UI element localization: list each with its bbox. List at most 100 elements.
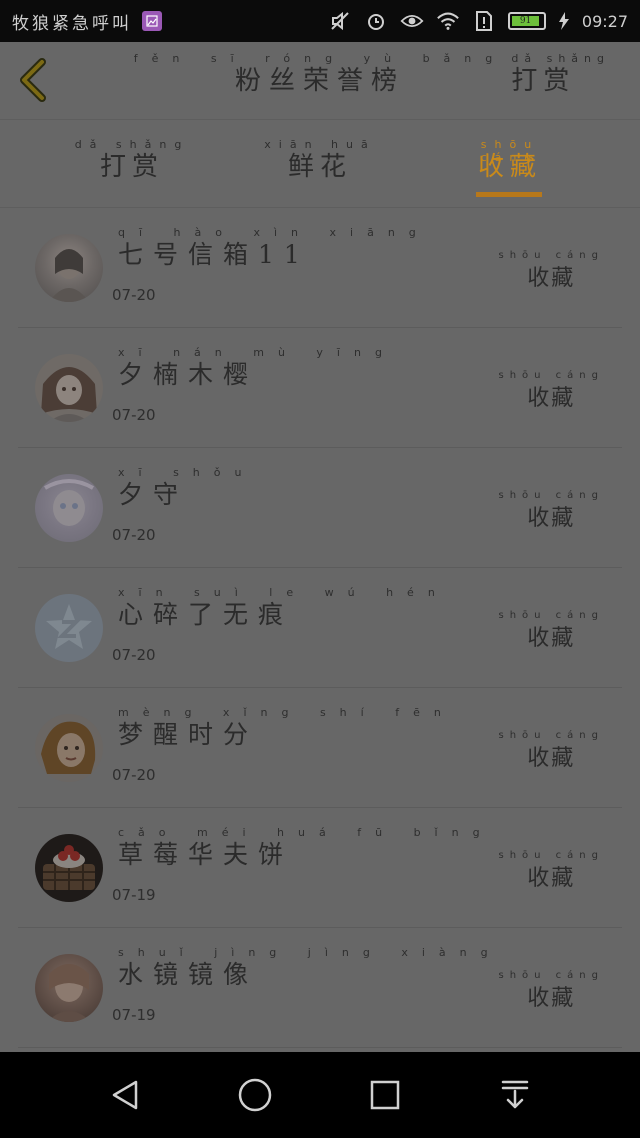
favorite-text: 收藏 bbox=[527, 626, 576, 651]
gallery-icon bbox=[142, 11, 162, 31]
back-triangle-icon bbox=[112, 1080, 138, 1110]
navigation-bar bbox=[0, 1052, 640, 1138]
tab-reward-pinyin: dǎ shǎng bbox=[74, 138, 190, 151]
status-app-text: 牧狼紧急呼叫 bbox=[12, 13, 132, 34]
user-name: xī shǒu 夕守 bbox=[118, 466, 255, 510]
favorite-pinyin: shōu cáng bbox=[498, 730, 604, 741]
user-name-text: 梦醒时分 bbox=[118, 720, 259, 749]
tab-flowers[interactable]: xiān huā 鲜花 bbox=[260, 138, 380, 182]
tab-bar: dǎ shǎng 打赏 xiān huā 鲜花 shōu cáng 收藏 bbox=[0, 120, 640, 208]
favorite-pinyin: shōu cáng bbox=[498, 250, 604, 261]
list-item[interactable]: xīn suì le wú hén 心碎了无痕 07-20 shōu cáng … bbox=[18, 568, 622, 688]
battery-icon: 91 bbox=[507, 12, 546, 30]
active-tab-indicator bbox=[476, 192, 542, 197]
default-star-avatar-icon bbox=[46, 604, 92, 649]
list-item[interactable]: qī hào xìn xiāng 七号信箱11 07-20 shōu cáng … bbox=[18, 208, 622, 328]
date-label: 07-20 bbox=[112, 286, 156, 304]
user-name-pinyin: xīn suì le wú hén bbox=[118, 586, 449, 599]
status-bar: 牧狼紧急呼叫 91 09:27 bbox=[0, 0, 640, 42]
user-name-pinyin: qī hào xìn xiāng bbox=[118, 226, 430, 239]
date-label: 07-20 bbox=[112, 526, 156, 544]
favorite-label: shōu cáng 收藏 bbox=[499, 370, 605, 414]
user-name: xīn suì le wú hén 心碎了无痕 bbox=[118, 586, 449, 630]
list-item[interactable]: shuǐ jìng jìng xiàng 水镜镜像 07-19 shōu cán… bbox=[18, 928, 622, 1048]
avatar bbox=[35, 354, 103, 422]
fan-list: qī hào xìn xiāng 七号信箱11 07-20 shōu cáng … bbox=[0, 208, 640, 1048]
user-name: qī hào xìn xiāng 七号信箱11 bbox=[118, 226, 430, 270]
favorite-label: shōu cáng 收藏 bbox=[499, 970, 605, 1014]
user-name-text: 水镜镜像 bbox=[118, 960, 259, 989]
favorite-text: 收藏 bbox=[527, 506, 576, 531]
date-label: 07-19 bbox=[112, 1006, 156, 1024]
user-name: xī nán mù yīng 夕楠木樱 bbox=[118, 346, 396, 390]
user-name-pinyin: shuǐ jìng jìng xiàng bbox=[118, 946, 502, 959]
avatar bbox=[35, 594, 103, 662]
favorite-label: shōu cáng 收藏 bbox=[499, 250, 605, 294]
user-name-text: 七号信箱11 bbox=[118, 240, 310, 269]
favorite-pinyin: shōu cáng bbox=[498, 850, 604, 861]
tab-favorites[interactable]: shōu cáng 收藏 bbox=[450, 138, 570, 182]
avatar bbox=[35, 834, 103, 902]
favorite-text: 收藏 bbox=[527, 386, 576, 411]
user-name-pinyin: xī nán mù yīng bbox=[118, 346, 396, 359]
tab-flowers-label: 鲜花 bbox=[287, 152, 352, 182]
favorite-label: shōu cáng 收藏 bbox=[499, 610, 605, 654]
nav-back-button[interactable] bbox=[95, 1065, 155, 1125]
favorite-label: shōu cáng 收藏 bbox=[499, 850, 605, 894]
reward-label: 打赏 bbox=[511, 66, 576, 96]
favorite-text: 收藏 bbox=[527, 866, 576, 891]
user-name: mèng xǐng shí fēn 梦醒时分 bbox=[118, 706, 455, 750]
list-item[interactable]: xī nán mù yīng 夕楠木樱 07-20 shōu cáng 收藏 bbox=[18, 328, 622, 448]
avatar bbox=[35, 954, 103, 1022]
list-item[interactable]: cǎo méi huá fū bǐng 草莓华夫饼 07-19 shōu cán… bbox=[18, 808, 622, 928]
user-name: shuǐ jìng jìng xiàng 水镜镜像 bbox=[118, 946, 502, 990]
avatar bbox=[35, 234, 103, 302]
status-time: 09:27 bbox=[581, 11, 628, 31]
app-content: fěn sī róng yù bǎng 粉丝荣誉榜 dǎ shǎng 打赏 dǎ… bbox=[0, 42, 640, 1052]
user-name-pinyin: xī shǒu bbox=[118, 466, 256, 479]
favorite-label: shōu cáng 收藏 bbox=[499, 730, 605, 774]
avatar bbox=[35, 714, 103, 782]
user-name-text: 夕楠木樱 bbox=[118, 360, 259, 389]
favorite-text: 收藏 bbox=[527, 986, 576, 1011]
favorite-label: shōu cáng 收藏 bbox=[499, 490, 605, 534]
user-name-text: 草莓华夫饼 bbox=[118, 840, 294, 869]
recents-square-icon bbox=[370, 1080, 400, 1110]
avatar bbox=[35, 474, 103, 542]
mute-icon bbox=[328, 9, 352, 33]
charging-icon bbox=[558, 9, 570, 33]
reward-pinyin: dǎ shǎng bbox=[511, 52, 610, 65]
tab-reward[interactable]: dǎ shǎng 打赏 bbox=[72, 138, 192, 182]
alarm-icon bbox=[364, 9, 388, 33]
nav-home-button[interactable] bbox=[225, 1065, 285, 1125]
date-label: 07-19 bbox=[112, 886, 156, 904]
battery-level: 91 bbox=[511, 16, 540, 26]
user-name-text: 夕守 bbox=[118, 480, 189, 509]
date-label: 07-20 bbox=[112, 406, 156, 424]
user-name-text: 心碎了无痕 bbox=[118, 600, 294, 629]
favorite-pinyin: shōu cáng bbox=[498, 490, 604, 501]
notification-pull-icon bbox=[501, 1080, 529, 1109]
favorite-pinyin: shōu cáng bbox=[498, 370, 604, 381]
wifi-icon bbox=[436, 9, 460, 33]
user-name: cǎo méi huá fū bǐng 草莓华夫饼 bbox=[118, 826, 494, 870]
tab-reward-label: 打赏 bbox=[99, 152, 164, 182]
date-label: 07-20 bbox=[112, 766, 156, 784]
eye-icon bbox=[400, 9, 424, 33]
tab-favorites-pinyin: shōu cáng bbox=[480, 138, 540, 164]
favorite-text: 收藏 bbox=[527, 266, 576, 291]
list-item[interactable]: mèng xǐng shí fēn 梦醒时分 07-20 shōu cáng 收… bbox=[18, 688, 622, 808]
reward-button[interactable]: dǎ shǎng 打赏 bbox=[511, 52, 610, 96]
header-bar: fěn sī róng yù bǎng 粉丝荣誉榜 dǎ shǎng 打赏 bbox=[0, 42, 640, 120]
user-name-pinyin: mèng xǐng shí fēn bbox=[118, 706, 455, 719]
favorite-pinyin: shōu cáng bbox=[498, 610, 604, 621]
nav-recents-button[interactable] bbox=[355, 1065, 415, 1125]
tab-favorites-label: 收藏 bbox=[477, 152, 542, 182]
favorite-text: 收藏 bbox=[527, 746, 576, 771]
home-circle-icon bbox=[238, 1078, 272, 1112]
date-label: 07-20 bbox=[112, 646, 156, 664]
tab-flowers-pinyin: xiān huā bbox=[264, 138, 376, 151]
nav-notifications-button[interactable] bbox=[485, 1065, 545, 1125]
sim-alert-icon bbox=[472, 9, 496, 33]
list-item[interactable]: xī shǒu 夕守 07-20 shōu cáng 收藏 bbox=[18, 448, 622, 568]
